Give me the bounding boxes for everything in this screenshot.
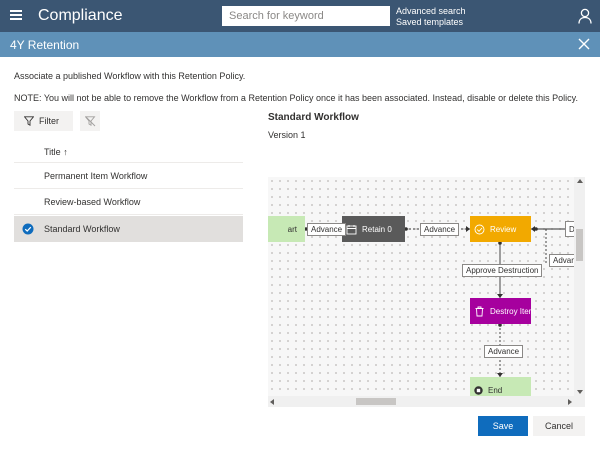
node-start[interactable]: art bbox=[268, 216, 305, 242]
panel-title: 4Y Retention bbox=[10, 38, 80, 52]
list-item-standard[interactable]: Standard Workflow bbox=[14, 216, 243, 242]
list-item-label: Permanent Item Workflow bbox=[44, 171, 148, 181]
list-item-review-based[interactable]: Review-based Workflow bbox=[14, 189, 243, 215]
vertical-scrollbar[interactable] bbox=[574, 177, 585, 396]
cancel-button[interactable]: Cancel bbox=[533, 416, 585, 436]
node-retain-label: Retain 0 bbox=[362, 224, 392, 234]
list-item-label: Review-based Workflow bbox=[44, 197, 141, 207]
intro-text: Associate a published Workflow with this… bbox=[14, 71, 246, 81]
node-end-label: End bbox=[488, 386, 503, 395]
stop-icon bbox=[474, 386, 483, 395]
clear-filter-button[interactable] bbox=[80, 111, 100, 131]
panel-header: 4Y Retention bbox=[0, 32, 600, 57]
edge-label-advance[interactable]: Advance bbox=[420, 223, 460, 236]
retain-icon bbox=[346, 224, 357, 234]
top-bar: Compliance Advanced search Saved templat… bbox=[0, 0, 600, 32]
note-text: NOTE: You will not be able to remove the… bbox=[14, 93, 578, 103]
filter-button[interactable]: Filter bbox=[14, 111, 73, 131]
advanced-search-link[interactable]: Advanced search bbox=[396, 6, 466, 17]
check-circle-icon bbox=[22, 223, 34, 235]
vertical-scroll-thumb[interactable] bbox=[576, 229, 583, 261]
hamburger-menu-icon[interactable] bbox=[10, 10, 22, 20]
workflow-edges bbox=[304, 226, 574, 377]
node-review-label: Review bbox=[490, 224, 517, 234]
scrollbar-corner bbox=[574, 396, 585, 407]
workflow-version: Version 1 bbox=[268, 130, 306, 140]
scroll-down-arrow-icon[interactable] bbox=[577, 390, 583, 394]
close-icon[interactable] bbox=[578, 38, 590, 50]
horizontal-scroll-thumb[interactable] bbox=[356, 398, 396, 405]
scroll-up-arrow-icon[interactable] bbox=[577, 179, 583, 183]
filter-icon bbox=[24, 116, 34, 126]
edge-label-advance[interactable]: Advance bbox=[307, 223, 347, 236]
saved-templates-link[interactable]: Saved templates bbox=[396, 17, 466, 28]
save-button[interactable]: Save bbox=[478, 416, 528, 436]
edge-label-advance-right[interactable]: Advan bbox=[549, 254, 574, 267]
horizontal-scrollbar[interactable] bbox=[268, 396, 574, 407]
node-review[interactable]: Review bbox=[470, 216, 531, 242]
node-cut-right[interactable]: D bbox=[565, 221, 574, 237]
title-header-label: Title bbox=[44, 147, 61, 157]
node-destroy-label: Destroy Item bbox=[490, 306, 536, 316]
app-title: Compliance bbox=[38, 7, 123, 24]
review-icon bbox=[474, 224, 485, 234]
list-item-label: Standard Workflow bbox=[44, 224, 120, 234]
title-column-header[interactable]: Title ↑ bbox=[44, 147, 68, 157]
workflow-title: Standard Workflow bbox=[268, 112, 359, 123]
scroll-left-arrow-icon[interactable] bbox=[270, 399, 274, 405]
scroll-right-arrow-icon[interactable] bbox=[568, 399, 572, 405]
sort-arrow-icon: ↑ bbox=[63, 147, 68, 157]
edge-label-approve-destruction[interactable]: Approve Destruction bbox=[462, 264, 543, 277]
node-start-label: art bbox=[287, 224, 297, 234]
person-icon[interactable] bbox=[578, 8, 592, 24]
list-item-permanent[interactable]: Permanent Item Workflow bbox=[14, 163, 243, 189]
workflow-canvas[interactable]: art Retain 0 Review Destroy Item End D A… bbox=[268, 177, 585, 407]
filter-label: Filter bbox=[39, 116, 59, 126]
trash-icon bbox=[475, 306, 484, 316]
top-links: Advanced search Saved templates bbox=[396, 6, 466, 28]
workflow-grid[interactable]: art Retain 0 Review Destroy Item End D A… bbox=[268, 177, 574, 396]
node-retain[interactable]: Retain 0 bbox=[342, 216, 405, 242]
edge-label-advance[interactable]: Advance bbox=[484, 345, 524, 358]
search-input[interactable] bbox=[222, 6, 390, 26]
clear-filter-icon bbox=[84, 115, 95, 126]
node-end[interactable]: End bbox=[470, 377, 531, 396]
node-destroy[interactable]: Destroy Item bbox=[470, 298, 535, 324]
